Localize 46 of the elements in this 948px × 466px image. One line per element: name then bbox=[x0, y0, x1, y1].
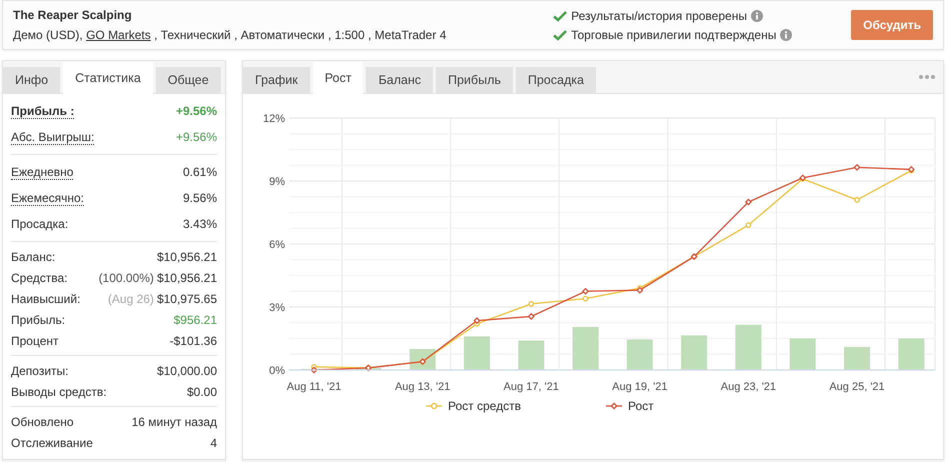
y-axis-label: 0% bbox=[269, 365, 285, 377]
stat-value: $10,975.65 bbox=[156, 292, 217, 306]
stat-label: Ежемесячно: bbox=[11, 190, 84, 206]
x-axis-label: Aug 25, '21 bbox=[829, 381, 885, 393]
verification-label: Результаты/история проверены bbox=[571, 8, 747, 22]
stat-label: Абс. Выигрыш: bbox=[11, 130, 94, 144]
x-axis-label: Aug 13, '21 bbox=[394, 381, 450, 393]
stat-value: 3.43% bbox=[182, 217, 217, 231]
stat-note: (Aug 26) bbox=[108, 292, 154, 306]
x-axis-label: Aug 23, '21 bbox=[720, 381, 776, 393]
stat-value: 16 минут назад bbox=[132, 414, 217, 428]
stat-label: Прибыль : bbox=[11, 104, 74, 118]
stat-label: Ежедневно bbox=[11, 164, 74, 180]
y-axis-label: 12% bbox=[262, 113, 285, 125]
y-axis-label: 3% bbox=[269, 302, 285, 314]
stat-label: Отслеживание bbox=[11, 436, 93, 450]
stat-value: 0.61% bbox=[182, 165, 217, 179]
y-axis-label: 9% bbox=[269, 176, 285, 188]
stat-value: 9.56% bbox=[182, 191, 217, 205]
account-details: , Технический , Автоматически , 1:500 , MetaTrader 4 bbox=[153, 28, 446, 42]
stat-label: Депозиты: bbox=[11, 364, 68, 378]
stat-value: +9.56% bbox=[176, 130, 217, 144]
stat-label: Процент bbox=[11, 334, 59, 348]
stat-label: Выводы средств: bbox=[11, 384, 107, 398]
stat-label: Наивысший: bbox=[11, 292, 80, 306]
stat-value: $956.21 bbox=[174, 312, 217, 326]
stat-label: Обновлено bbox=[11, 414, 74, 428]
stat-value: $0.00 bbox=[186, 384, 217, 398]
account-title: The Reaper Scalping bbox=[13, 8, 133, 22]
stat-label: Средства: bbox=[11, 270, 68, 284]
y-axis-label: 6% bbox=[269, 239, 285, 251]
stat-label: Баланс: bbox=[11, 250, 56, 264]
stat-label: Просадка: bbox=[11, 217, 68, 231]
stat-value: +9.56% bbox=[176, 104, 217, 118]
stat-value: $10,000.00 bbox=[156, 364, 217, 378]
stat-note: (100.00%) bbox=[98, 270, 154, 284]
x-axis-label: Aug 19, '21 bbox=[612, 381, 668, 393]
stat-label: Прибыль: bbox=[11, 312, 66, 326]
stat-value: 4 bbox=[210, 436, 217, 450]
x-axis-label: Aug 17, '21 bbox=[504, 381, 559, 393]
account-details: Демо (USD), bbox=[13, 28, 84, 42]
stat-value: $10,956.21 bbox=[156, 270, 217, 284]
stat-value: $10,956.21 bbox=[156, 250, 217, 264]
x-axis-label: Aug 11, '21 bbox=[286, 381, 342, 393]
verification-label: Торговые привилегии подтверждены bbox=[571, 28, 776, 42]
stat-value: -$101.36 bbox=[170, 334, 217, 348]
